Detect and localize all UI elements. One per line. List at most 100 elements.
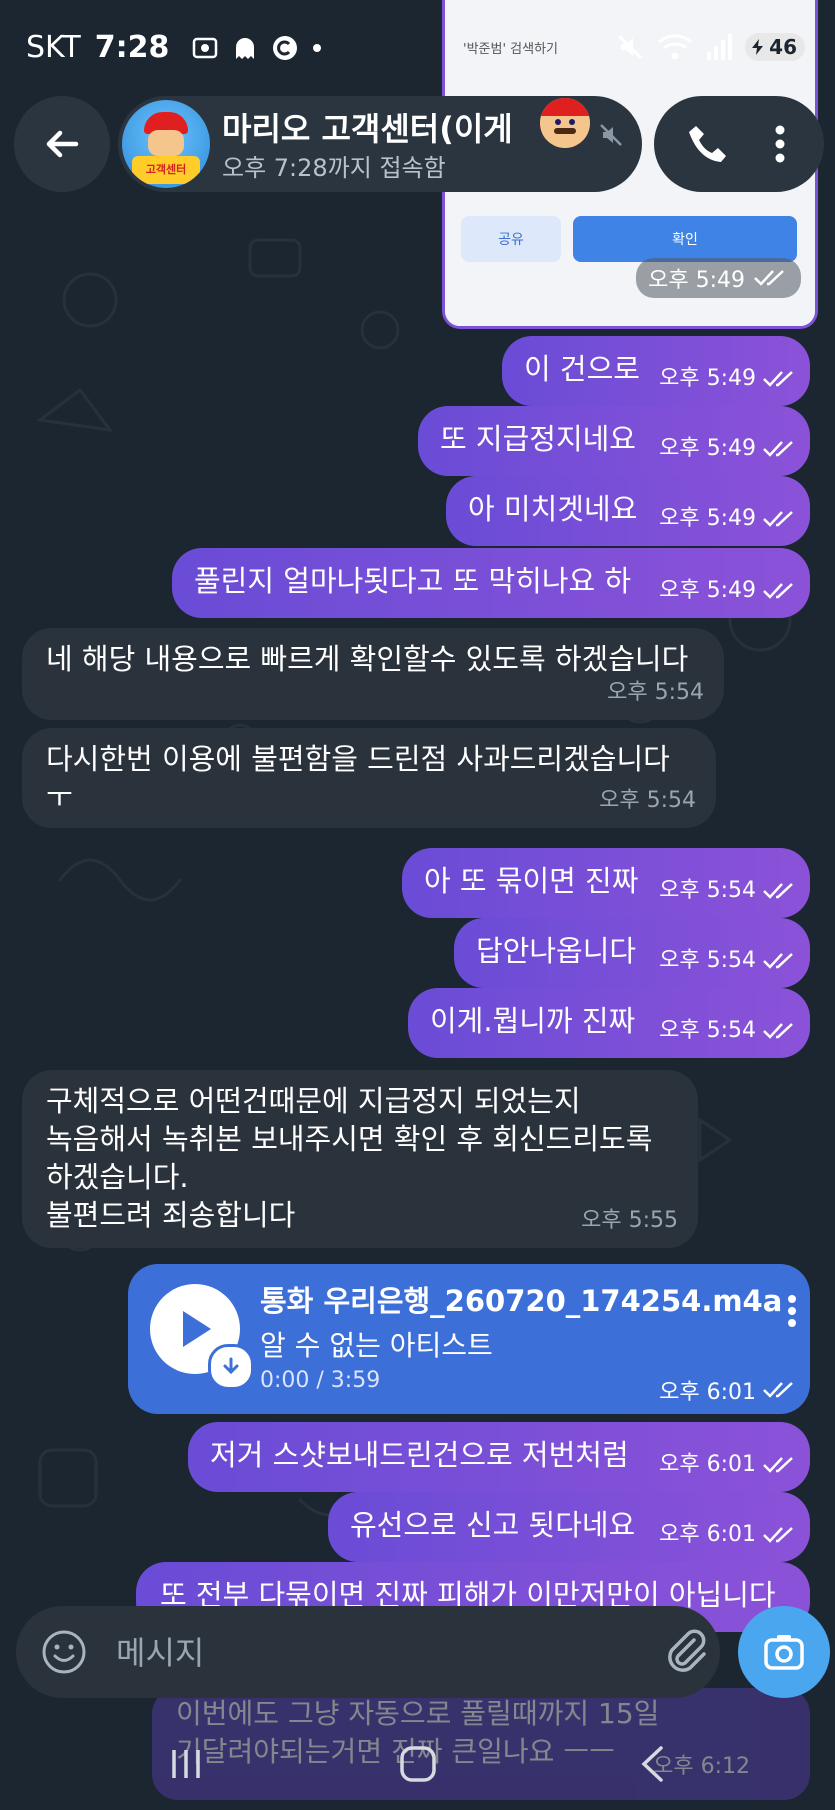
message-time: 오후 6:01: [659, 1522, 756, 1547]
message-text: 풀린지 얼마나됫다고 또 막히나요 하: [194, 564, 632, 598]
read-checks-icon: [763, 1382, 793, 1398]
c-app-icon: [273, 35, 298, 60]
outgoing-message[interactable]: 풀린지 얼마나됫다고 또 막히나요 하 오후 5:49: [172, 548, 810, 618]
message-text: 유선으로 신고 됫다네요: [350, 1508, 636, 1542]
read-checks-icon: [763, 1457, 793, 1473]
message-time: 오후 5:49: [659, 578, 756, 603]
message-meta: 오후 6:01: [659, 1516, 798, 1554]
ghost-app-icon: [236, 37, 255, 59]
message-meta: 오후 5:54: [659, 872, 798, 910]
play-icon: [183, 1311, 211, 1347]
outgoing-message[interactable]: 이게.뭡니까 진짜 오후 5:54: [408, 988, 810, 1058]
kebab-menu-icon: [788, 1295, 796, 1327]
message-meta: 오후 5:54: [659, 942, 798, 980]
outgoing-message[interactable]: 유선으로 신고 됫다네요 오후 6:01: [328, 1492, 810, 1562]
message-text: 또 지급정지네요: [440, 422, 636, 456]
outgoing-message[interactable]: 이 건으로 오후 5:49: [502, 336, 810, 406]
read-checks-icon: [763, 371, 793, 387]
message-time: 오후 5:49: [659, 366, 756, 391]
screenshot-icon: [193, 37, 218, 58]
message-composer: [16, 1606, 720, 1698]
read-checks-icon: [763, 1023, 793, 1039]
message-text-line3: 하겠습니다.: [46, 1160, 189, 1194]
preview-share-button: 공유: [461, 216, 561, 262]
message-text: 다시한번 이용에 불편함을 드린점 사과드리겠습니다: [46, 742, 670, 776]
message-meta: 오후 5:55: [581, 1202, 678, 1240]
message-text-line4: 불편드려 죄송합니다: [46, 1198, 296, 1232]
incoming-message[interactable]: 구체적으로 어떤건때문에 지급정지 되었는지 녹음해서 녹취본 보내주시면 확인…: [22, 1070, 698, 1248]
battery-level: 46: [769, 35, 797, 59]
message-time: 오후 5:54: [659, 1018, 756, 1043]
audio-message[interactable]: 통화 우리은행_260720_174254.m4a 알 수 없는 아티스트 0:…: [128, 1264, 810, 1414]
preview-ok-button: 확인: [573, 216, 797, 262]
wifi-icon: [658, 34, 693, 60]
carrier-label: SKT: [26, 30, 81, 65]
header-actions: [654, 96, 824, 192]
message-text: 아 또 묶이면 진짜: [424, 864, 639, 898]
more-options-button[interactable]: [758, 118, 802, 170]
outgoing-message[interactable]: 또 지급정지네요 오후 5:49: [418, 406, 810, 476]
last-seen: 오후 7:28까지 접속함: [222, 154, 446, 182]
home-button[interactable]: [388, 1738, 448, 1790]
download-badge[interactable]: [208, 1344, 254, 1390]
status-bar: SKT 7:28 46: [0, 0, 835, 100]
back-nav-button[interactable]: [622, 1738, 682, 1790]
outgoing-message[interactable]: 저거 스샷보내드린건으로 저번처럼 오후 6:01: [188, 1422, 810, 1492]
mute-status-icon: [618, 34, 643, 60]
read-checks-icon: [763, 1527, 793, 1543]
mario-face-shape: [148, 130, 184, 156]
system-nav-bar: [0, 1720, 835, 1810]
audio-duration: 0:00 / 3:59: [260, 1368, 381, 1393]
message-text: 구체적으로 어떤건때문에 지급정지 되었는지: [46, 1084, 581, 1118]
emoji-icon[interactable]: [40, 1628, 88, 1676]
mario-emoji-icon: [540, 98, 590, 148]
audio-title: 통화 우리은행_260720_174254.m4a: [260, 1284, 783, 1318]
battery-indicator: 46: [745, 33, 805, 61]
message-meta: 오후 5:49: [659, 500, 798, 538]
incoming-message[interactable]: 다시한번 이용에 불편함을 드린점 사과드리겠습니다 ㅜ 오후 5:54: [22, 728, 716, 828]
incoming-message[interactable]: 네 해당 내용으로 빠르게 확인할수 있도록 하겠습니다 오후 5:54: [22, 628, 724, 720]
message-time: 오후 5:49: [659, 436, 756, 461]
read-checks-icon: [754, 270, 784, 286]
message-text: 네 해당 내용으로 빠르게 확인할수 있도록 하겠습니다: [46, 642, 689, 676]
message-meta: 오후 6:01: [659, 1374, 798, 1406]
recents-icon: [172, 1750, 200, 1778]
message-meta: 오후 5:49: [659, 430, 798, 468]
camera-button[interactable]: [738, 1606, 830, 1698]
avatar-caption: 고객센터: [132, 156, 200, 184]
message-text: 아 미치겟네요: [468, 492, 638, 526]
read-checks-icon: [763, 883, 793, 899]
message-time: 오후 5:49: [659, 506, 756, 531]
attach-icon[interactable]: [660, 1626, 712, 1678]
audio-artist: 알 수 없는 아티스트: [260, 1329, 493, 1362]
recents-button[interactable]: [156, 1738, 216, 1790]
message-text: 이게.뭡니까 진짜: [430, 1004, 636, 1038]
outgoing-message[interactable]: 아 미치겟네요 오후 5:49: [446, 476, 810, 546]
outgoing-message[interactable]: 아 또 묶이면 진짜 오후 5:54: [402, 848, 810, 918]
call-button[interactable]: [682, 118, 734, 170]
message-meta: 오후 5:49: [659, 572, 798, 610]
message-time: 오후 5:55: [581, 1208, 678, 1233]
message-time: 오후 5:49: [648, 268, 745, 293]
status-time: 7:28: [94, 30, 170, 65]
message-meta: 오후 5:54: [599, 782, 696, 820]
message-text: 이 건으로: [524, 352, 640, 386]
read-checks-icon: [763, 953, 793, 969]
message-time: 오후 6:01: [659, 1452, 756, 1477]
message-meta: 오후 5:49: [659, 360, 798, 398]
avatar[interactable]: 고객센터: [122, 100, 210, 188]
dot-icon: [313, 43, 322, 52]
message-input[interactable]: [114, 1624, 538, 1682]
message-meta: 오후 5:54: [607, 674, 704, 712]
message-time: 오후 5:54: [659, 948, 756, 973]
read-checks-icon: [763, 583, 793, 599]
back-button[interactable]: [14, 96, 110, 192]
home-icon: [400, 1746, 436, 1782]
message-meta: 오후 5:49: [636, 258, 801, 298]
camera-icon: [764, 1635, 804, 1670]
audio-options-button[interactable]: [780, 1286, 804, 1336]
outgoing-message[interactable]: 답안나옵니다 오후 5:54: [454, 918, 810, 988]
chat-title: 마리오 고객센터(이게: [222, 110, 513, 148]
message-time: 오후 6:01: [659, 1380, 756, 1405]
message-time: 오후 5:54: [659, 878, 756, 903]
